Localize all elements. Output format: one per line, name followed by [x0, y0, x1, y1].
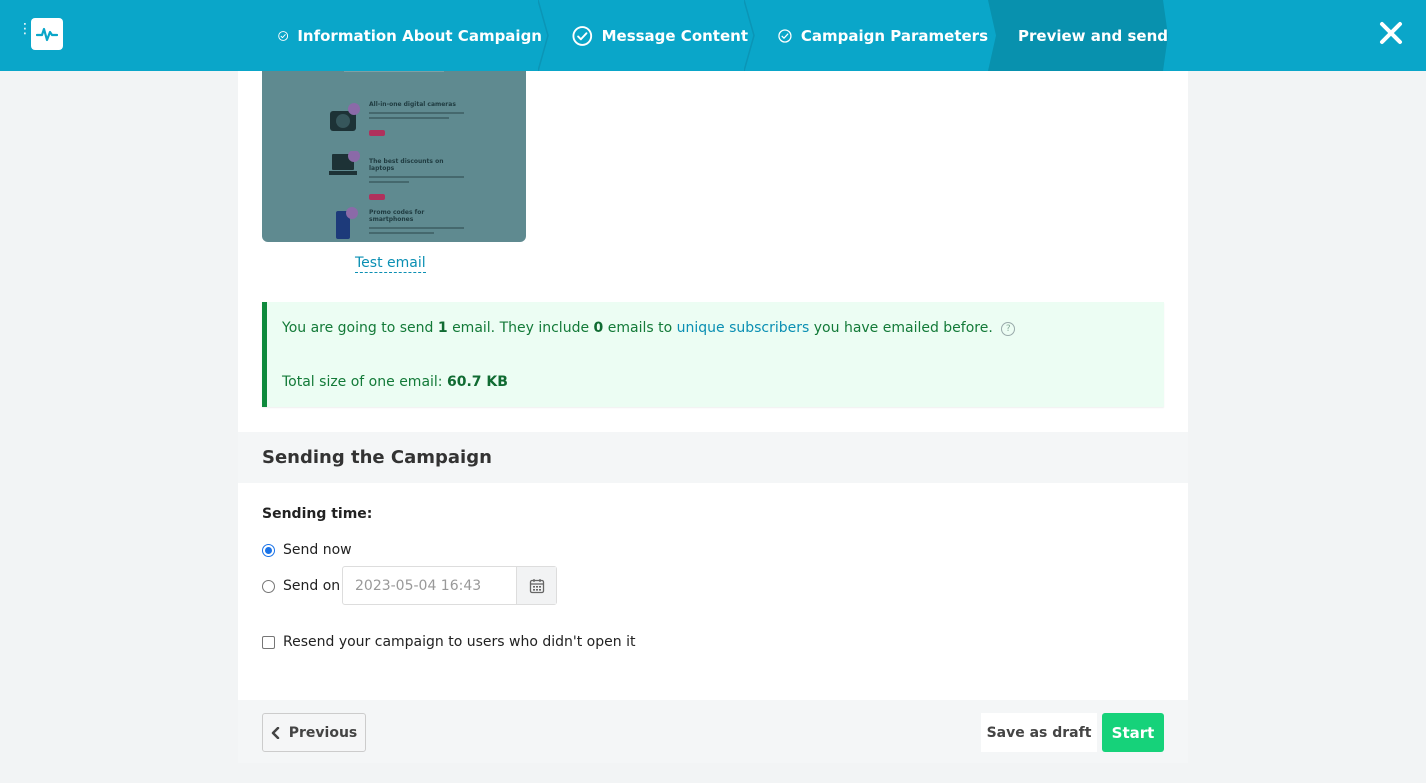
previously-emailed-count: 0: [593, 320, 604, 336]
size-label: Total size of one email:: [282, 374, 443, 390]
summary-text: emails to: [607, 320, 673, 336]
sending-time-label: Sending time:: [262, 506, 373, 522]
check-circle-icon: [278, 30, 289, 41]
unique-subscribers-link[interactable]: unique subscribers: [677, 320, 810, 336]
summary-text: You are going to send: [282, 320, 434, 336]
summary-text: you have emailed before.: [813, 320, 993, 336]
step-label: Campaign Parameters: [800, 26, 988, 45]
check-circle-icon: [778, 28, 792, 43]
size-value: 60.7 KB: [446, 374, 508, 390]
email-count: 1: [437, 320, 448, 336]
preview-item-title: Promo codes for smartphones: [369, 209, 425, 223]
send-summary-alert: You are going to send 1 email. They incl…: [262, 302, 1164, 407]
summary-text: email. They include: [452, 320, 590, 336]
send-now-radio[interactable]: [262, 543, 275, 557]
step-message-content[interactable]: Message Content: [542, 0, 755, 71]
close-icon[interactable]: [1379, 21, 1403, 45]
check-circle-icon: [572, 25, 593, 46]
footer-bar: Previous Save as draft Start: [238, 700, 1188, 763]
test-email-link[interactable]: Test email: [355, 254, 426, 273]
chevron-left-icon: [271, 726, 279, 739]
resend-checkbox[interactable]: [262, 635, 275, 649]
step-campaign-parameters[interactable]: Campaign Parameters: [748, 0, 988, 71]
email-size-line: Total size of one email: 60.7 KB: [282, 374, 508, 390]
send-now-option[interactable]: Send now: [262, 542, 352, 558]
step-label: Information About Campaign: [297, 26, 542, 45]
preview-text-line: [369, 227, 464, 229]
preview-item-title: The best discounts on laptops: [369, 158, 444, 172]
resend-option[interactable]: Resend your campaign to users who didn't…: [262, 634, 635, 650]
preview-text-line: [369, 112, 464, 114]
preview-item-title: All-in-one digital cameras: [369, 101, 456, 108]
laptop-icon: [329, 151, 360, 175]
step-label: Message Content: [601, 26, 748, 45]
main-card: All-in-one digital cameras The best disc…: [238, 71, 1188, 763]
step-label: Preview and send: [1018, 26, 1169, 45]
step-information[interactable]: Information About Campaign: [248, 0, 549, 71]
send-date-input[interactable]: 2023-05-04 16:43: [342, 566, 557, 605]
previous-button[interactable]: Previous: [262, 713, 366, 752]
wizard-steps: Information About Campaign Message Conte…: [248, 0, 1168, 71]
help-icon[interactable]: ?: [1001, 322, 1016, 336]
preview-text-line: [369, 181, 409, 183]
camera-icon: [330, 103, 360, 131]
top-bar: ⋮ Information About Campaign Message Con…: [0, 0, 1426, 71]
preview-button: [369, 130, 385, 136]
section-title: Sending the Campaign: [262, 447, 492, 468]
preview-text-line: [369, 232, 434, 234]
calendar-icon[interactable]: [516, 567, 556, 604]
menu-dots-icon[interactable]: ⋮: [18, 22, 32, 36]
step-preview-and-send[interactable]: Preview and send: [988, 0, 1168, 71]
send-now-label: Send now: [283, 542, 352, 558]
send-on-radio[interactable]: [262, 579, 275, 593]
start-button[interactable]: Start: [1102, 713, 1164, 752]
app-logo-icon[interactable]: [31, 18, 63, 50]
email-preview-thumbnail[interactable]: All-in-one digital cameras The best disc…: [262, 71, 526, 242]
preview-text-line: [344, 71, 444, 72]
section-header: Sending the Campaign: [238, 432, 1188, 483]
send-on-label: Send on: [283, 578, 341, 594]
preview-button: [369, 194, 385, 200]
send-summary-line: You are going to send 1 email. They incl…: [282, 320, 1016, 336]
preview-text-line: [369, 117, 449, 119]
send-date-value: 2023-05-04 16:43: [355, 578, 482, 594]
resend-label: Resend your campaign to users who didn't…: [283, 634, 636, 650]
preview-text-line: [369, 176, 464, 178]
save-draft-button[interactable]: Save as draft: [981, 713, 1097, 752]
send-on-option[interactable]: Send on: [262, 578, 340, 594]
previous-label: Previous: [288, 724, 358, 741]
smartphone-icon: [336, 207, 358, 239]
